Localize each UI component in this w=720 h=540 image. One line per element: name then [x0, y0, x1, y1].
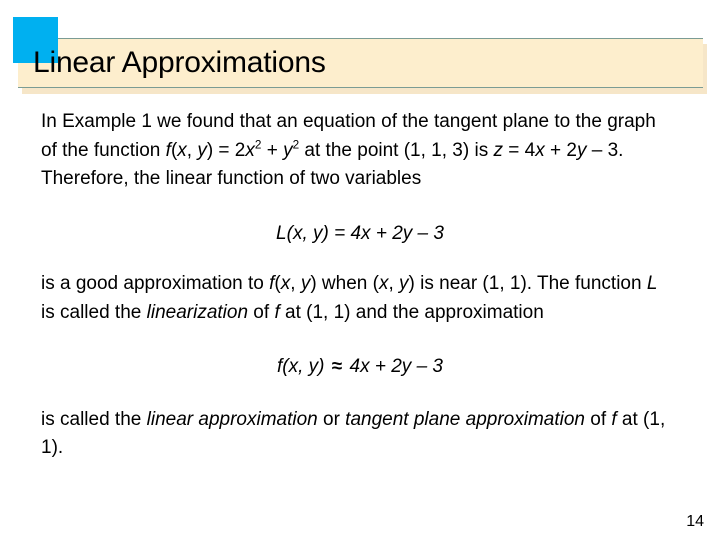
f2-rhs: 4x + 2y – 3 — [344, 356, 443, 377]
f2-x: x — [288, 356, 299, 377]
p1-eq2: = 4 — [502, 139, 536, 161]
p2-var-x: x — [280, 273, 291, 294]
f2-paren-close: ) — [318, 356, 325, 377]
p1-term-x: x — [245, 139, 255, 161]
f1-rhs: = 4x + 2y – 3 — [328, 222, 444, 244]
formula-linear-approximation: f(x, y) ≈ 4x + 2y – 3 — [0, 353, 720, 382]
p1-plus2: + 2 — [544, 139, 577, 161]
p1-seg3: at the — [299, 139, 358, 161]
p1-var-z: z — [493, 139, 503, 161]
p2-seg1: is a good approximation to — [41, 273, 270, 294]
f1-x: x — [292, 222, 303, 244]
p2-comma: , — [290, 273, 301, 294]
slide-title-area: Linear Approximations — [0, 0, 720, 100]
p2-seg2: when ( — [316, 273, 379, 294]
spacer-before-formula-1 — [0, 194, 720, 220]
f2-y: y — [308, 356, 319, 377]
p1-seg4: point (1, 1, 3) is — [357, 139, 494, 161]
formula-linearization: L(x, y) = 4x + 2y – 3 — [0, 220, 720, 249]
p3-term-approximation: approximation — [465, 408, 585, 430]
p1-plus: + — [261, 139, 284, 161]
p3-seg4: of — [584, 408, 612, 430]
p3-term-tangent-plane: tangent plane — [345, 408, 461, 430]
p1-seg1: In Example 1 we found that an equation o… — [41, 111, 503, 132]
p1-var-x: x — [177, 139, 187, 161]
p2-var-y2: y — [399, 273, 409, 294]
p2-seg7: at (1, 1) and — [279, 301, 393, 323]
p3-seg1: is called the — [41, 408, 147, 430]
p1-var-y: y — [197, 139, 207, 161]
p2-seg6: of — [248, 301, 275, 323]
f2-comma: , — [298, 356, 309, 377]
paragraph-conclusion: is called the linear approximation or ta… — [0, 406, 720, 463]
p2-seg3: is near (1, 1). — [414, 273, 537, 294]
p1-var-x2: x — [535, 139, 545, 161]
p3-seg2: or — [317, 408, 346, 430]
p2-seg8: the approximation — [392, 301, 544, 323]
page-title: Linear Approximations — [33, 46, 326, 79]
paragraph-intro: In Example 1 we found that an equation o… — [0, 108, 720, 194]
slide-body: In Example 1 we found that an equation o… — [0, 108, 720, 463]
spacer-before-formula-2 — [0, 327, 720, 353]
p2-term-linearization: linearization — [146, 301, 249, 323]
spacer-after-formula-2 — [0, 382, 720, 406]
p2-comma2: , — [388, 273, 400, 294]
p1-term-y: y — [283, 139, 293, 161]
p2-var-L: L — [646, 273, 658, 294]
p3-term-linear-approximation: linear approximation — [146, 408, 318, 430]
f1-L: L — [276, 222, 287, 244]
f1-y: y — [313, 222, 323, 244]
p1-equals: = 2 — [213, 139, 246, 161]
p2-var-y: y — [300, 273, 311, 294]
p1-seg5: function of two variables — [217, 168, 422, 189]
approximately-equal-icon: ≈ — [331, 356, 343, 377]
page-number: 14 — [686, 513, 704, 530]
p2-seg5: is called the — [41, 301, 147, 323]
p1-comma: , — [186, 139, 198, 161]
f1-comma: , — [302, 222, 313, 244]
spacer-after-formula-1 — [0, 248, 720, 270]
paragraph-approximation: is a good approximation to f(x, y) when … — [0, 270, 720, 327]
p2-seg4: The function — [537, 273, 647, 294]
